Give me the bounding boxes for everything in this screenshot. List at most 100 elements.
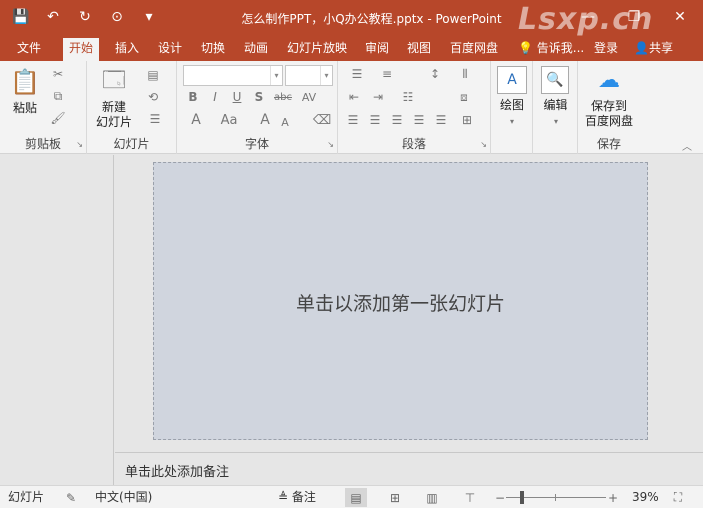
close-button[interactable]: ✕ [657,0,703,34]
align-text-icon[interactable]: ⧈ [452,88,476,106]
font-color-icon[interactable]: A [187,111,205,129]
slide-placeholder[interactable]: 单击以添加第一张幻灯片 [154,289,647,316]
justify-icon[interactable]: ☰ [410,111,428,129]
baidu-cloud-icon[interactable]: ☁ [594,66,624,94]
shrink-font-icon[interactable]: A [277,113,293,131]
columns-icon[interactable]: ⫴ [452,65,478,83]
tab-animations[interactable]: 动画 [238,38,274,61]
group-editing: 🔍 编辑 ▾ [533,61,578,154]
tab-home[interactable]: 开始 [63,38,100,61]
fit-to-window-icon[interactable]: ⛶ [667,488,689,507]
group-clipboard: 📋 粘贴 ✂ ⧉ 🖌 剪贴板 ↘ [0,61,87,154]
tab-file[interactable]: 文件 [11,38,47,61]
align-left-icon[interactable]: ☰ [344,111,362,129]
drawing-button[interactable]: 绘图 [491,98,533,113]
save-to-baidu-button[interactable]: 保存到 百度网盘 [578,99,640,129]
section-icon[interactable]: ☰ [143,110,167,128]
tab-design[interactable]: 设计 [152,38,188,61]
minimize-button[interactable]: — [565,0,611,34]
chevron-down-icon: ▾ [553,116,558,126]
paragraph-launcher-icon[interactable]: ↘ [480,140,487,149]
font-launcher-icon[interactable]: ↘ [327,140,334,149]
numbering-icon[interactable]: ≡ [374,65,400,83]
align-right-icon[interactable]: ☰ [388,111,406,129]
clipboard-launcher-icon[interactable]: ↘ [76,140,83,149]
share-button[interactable]: 👤共享 [628,38,679,61]
change-case-icon[interactable]: Aa [217,111,241,129]
shapes-icon[interactable]: A [497,66,527,94]
italic-icon[interactable]: I [207,88,223,106]
workspace: 单击以添加第一张幻灯片 单击此处添加备注 [0,155,703,485]
new-slide-icon[interactable]: 🗔 [99,67,129,97]
line-spacing-icon[interactable]: ↕ [422,65,448,83]
char-spacing-icon[interactable]: AV [297,88,321,106]
layout-icon[interactable]: ▤ [143,66,163,84]
increase-indent-icon[interactable]: ⇥ [368,88,388,106]
reading-view-icon[interactable]: ▥ [421,488,443,507]
login-link[interactable]: 登录 [588,38,624,61]
group-save: ☁ 保存到 百度网盘 保存 [578,61,640,154]
editing-button[interactable]: 编辑 [533,98,578,113]
decrease-indent-icon[interactable]: ⇤ [344,88,364,106]
align-center-icon[interactable]: ☰ [366,111,384,129]
lightbulb-icon: 💡 [518,41,533,55]
group-font: ▾ ▾ B I U S abc AV A Aa A A ⌫ 字体 ↘ [177,61,338,154]
tab-insert[interactable]: 插入 [109,38,145,61]
strikethrough-icon[interactable]: abc [271,88,295,106]
share-label: 共享 [648,41,673,55]
slide-canvas[interactable]: 单击以添加第一张幻灯片 [153,162,648,440]
normal-view-icon[interactable]: ▤ [345,488,367,507]
tab-transitions[interactable]: 切换 [195,38,231,61]
notes-toggle[interactable]: ≜ 备注 [278,489,316,506]
ribbon: 📋 粘贴 ✂ ⧉ 🖌 剪贴板 ↘ 🗔 新建 幻灯片 ▤ ⟲ ☰ 幻灯片 ▾ ▾ … [0,61,703,154]
tab-slideshow[interactable]: 幻灯片放映 [281,38,353,61]
cut-icon[interactable]: ✂ [48,65,68,83]
paste-button[interactable]: 粘贴 [6,101,44,116]
zoom-slider-thumb[interactable] [520,491,524,504]
zoom-in-icon[interactable]: + [602,488,624,507]
thumbnail-pane[interactable] [0,155,114,485]
notes-pane[interactable]: 单击此处添加备注 [115,452,703,485]
chevron-down-icon: ▾ [509,116,514,126]
person-icon: 👤 [634,41,649,55]
paste-icon[interactable]: 📋 [10,67,40,97]
chevron-down-icon: ▾ [270,66,282,85]
collapse-ribbon-icon[interactable]: ︿ [680,139,694,153]
smartart-icon[interactable]: ⊞ [456,111,478,129]
find-icon[interactable]: 🔍 [541,66,569,94]
group-label-save: 保存 [596,137,621,151]
status-bar: 幻灯片 ✎ 中文(中国) ≜ 备注 ▤ ⊞ ▥ ⊤ − + 39% ⛶ [0,485,703,508]
title-bar: 💾 ↶ ↻ ⊙ ▾ 怎么制作PPT，小Q办公教程.pptx - PowerPoi… [0,0,703,37]
slide-sorter-icon[interactable]: ⊞ [384,488,406,507]
text-direction-icon[interactable]: ☷ [398,88,418,106]
clear-format-icon[interactable]: ⌫ [313,111,331,129]
language-indicator[interactable]: 中文(中国) [95,489,152,506]
font-name-combo[interactable]: ▾ [183,65,283,86]
tab-baidu[interactable]: 百度网盘 [444,38,504,61]
restore-button[interactable]: ❐ [611,0,657,34]
chevron-down-icon: ▾ [320,66,332,85]
notes-placeholder: 单击此处添加备注 [125,465,230,480]
new-slide-button[interactable]: 新建 幻灯片 [89,100,139,130]
shadow-icon[interactable]: S [251,88,267,106]
new-slide-label-2: 幻灯片 [95,115,132,129]
new-slide-label-1: 新建 [101,100,126,114]
reset-icon[interactable]: ⟲ [143,88,163,106]
format-painter-icon[interactable]: 🖌 [48,109,68,127]
zoom-level[interactable]: 39% [632,489,659,506]
group-label-clipboard: 剪贴板 [24,137,61,151]
tab-review[interactable]: 审阅 [359,38,395,61]
grow-font-icon[interactable]: A [257,111,273,129]
font-size-combo[interactable]: ▾ [285,65,333,86]
tab-view[interactable]: 视图 [401,38,437,61]
tell-me-box[interactable]: 💡 告诉我... [512,38,590,61]
group-slides: 🗔 新建 幻灯片 ▤ ⟲ ☰ 幻灯片 [87,61,177,154]
zoom-slider-center [555,494,556,501]
slideshow-view-icon[interactable]: ⊤ [459,488,481,507]
bold-icon[interactable]: B [185,88,201,106]
bullets-icon[interactable]: ☰ [344,65,370,83]
distribute-icon[interactable]: ☰ [432,111,450,129]
copy-icon[interactable]: ⧉ [48,87,68,105]
underline-icon[interactable]: U [229,88,245,106]
spelling-icon[interactable]: ✎ [60,488,82,507]
